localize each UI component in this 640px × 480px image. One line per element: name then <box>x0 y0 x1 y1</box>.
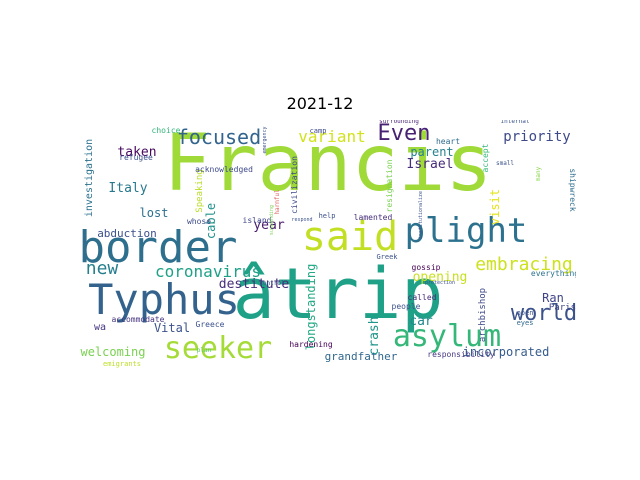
cloud-word: longstanding <box>304 264 318 351</box>
cloud-word: harmful <box>274 189 281 215</box>
cloud-word: resignation <box>385 159 394 212</box>
cloud-word: Israel <box>407 157 454 172</box>
cloud-word: refugee <box>119 153 153 162</box>
cloud-word: many <box>535 166 542 181</box>
cloud-word: welcoming <box>80 345 145 359</box>
cloud-word: people <box>392 302 421 311</box>
cloud-word: shipwreck <box>568 168 576 212</box>
cloud-word: called <box>408 293 437 302</box>
cloud-word: emigrants <box>103 360 141 368</box>
cloud-word: accept <box>481 143 490 172</box>
cloud-word: parent <box>410 145 453 159</box>
cloud-word: control <box>259 280 285 287</box>
cloud-word: small <box>496 160 514 167</box>
cloud-word: visit <box>488 189 502 225</box>
cloud-word: abduction <box>97 227 157 240</box>
cloud-word: acknowledged <box>195 165 253 174</box>
cloud-word: whose <box>187 217 211 226</box>
cloud-word: seeker <box>164 331 272 366</box>
cloud-word: new <box>86 258 119 279</box>
cloud-word: help <box>319 212 336 220</box>
cloud-word: Greece <box>196 320 225 329</box>
cloud-word: wa <box>94 322 106 333</box>
cloud-word: protection <box>425 280 455 286</box>
cloud-word: hardening <box>289 340 333 349</box>
cloud-word: Paris <box>549 303 576 313</box>
cloud-word: civilization <box>290 156 299 214</box>
cloud-word: island <box>243 216 272 225</box>
cloud-word: gossip <box>412 263 441 272</box>
cloud-word: plan <box>197 347 212 354</box>
figure-canvas: 2021-12 Francis âtrip border Typhus said plig… <box>0 0 640 480</box>
cloud-word: Greek <box>376 253 398 261</box>
cloud-word: everything <box>531 269 576 278</box>
word-cloud: Francis âtrip border Typhus said plight asylum… <box>80 120 576 368</box>
cloud-word: car <box>409 314 433 329</box>
cloud-word: archbishop <box>478 288 488 342</box>
cloud-word: heart <box>436 137 460 146</box>
cloud-word: accommodate <box>112 315 165 324</box>
cloud-word: eyes <box>517 319 534 327</box>
cloud-word: lost <box>140 206 169 220</box>
cloud-word: Italy <box>108 181 147 196</box>
cloud-word: lamented <box>354 213 393 222</box>
word-cloud-svg: FrancisâtripborderTyphussaid plightasylum… <box>80 120 576 368</box>
cloud-word: open <box>517 309 534 317</box>
cloud-word: investigation <box>84 139 95 217</box>
cloud-word: responsibility <box>427 350 495 359</box>
cloud-word: camp <box>310 127 327 135</box>
cloud-word: respond <box>291 217 312 223</box>
cloud-word: priority <box>503 129 570 145</box>
cloud-word: institutionalize <box>418 191 424 239</box>
cloud-word: choice <box>152 126 181 135</box>
cloud-word: grandfather <box>325 350 398 363</box>
cloud-word: suspending <box>269 205 275 235</box>
cloud-word: variant <box>298 127 365 146</box>
figure-title: 2021-12 <box>286 94 354 113</box>
cloud-word: Speaking <box>195 169 205 212</box>
cloud-word: surrounding <box>379 120 419 125</box>
cloud-word: internal <box>501 120 530 125</box>
cloud-word: focused <box>177 125 261 149</box>
cloud-word: emergency <box>262 126 268 153</box>
